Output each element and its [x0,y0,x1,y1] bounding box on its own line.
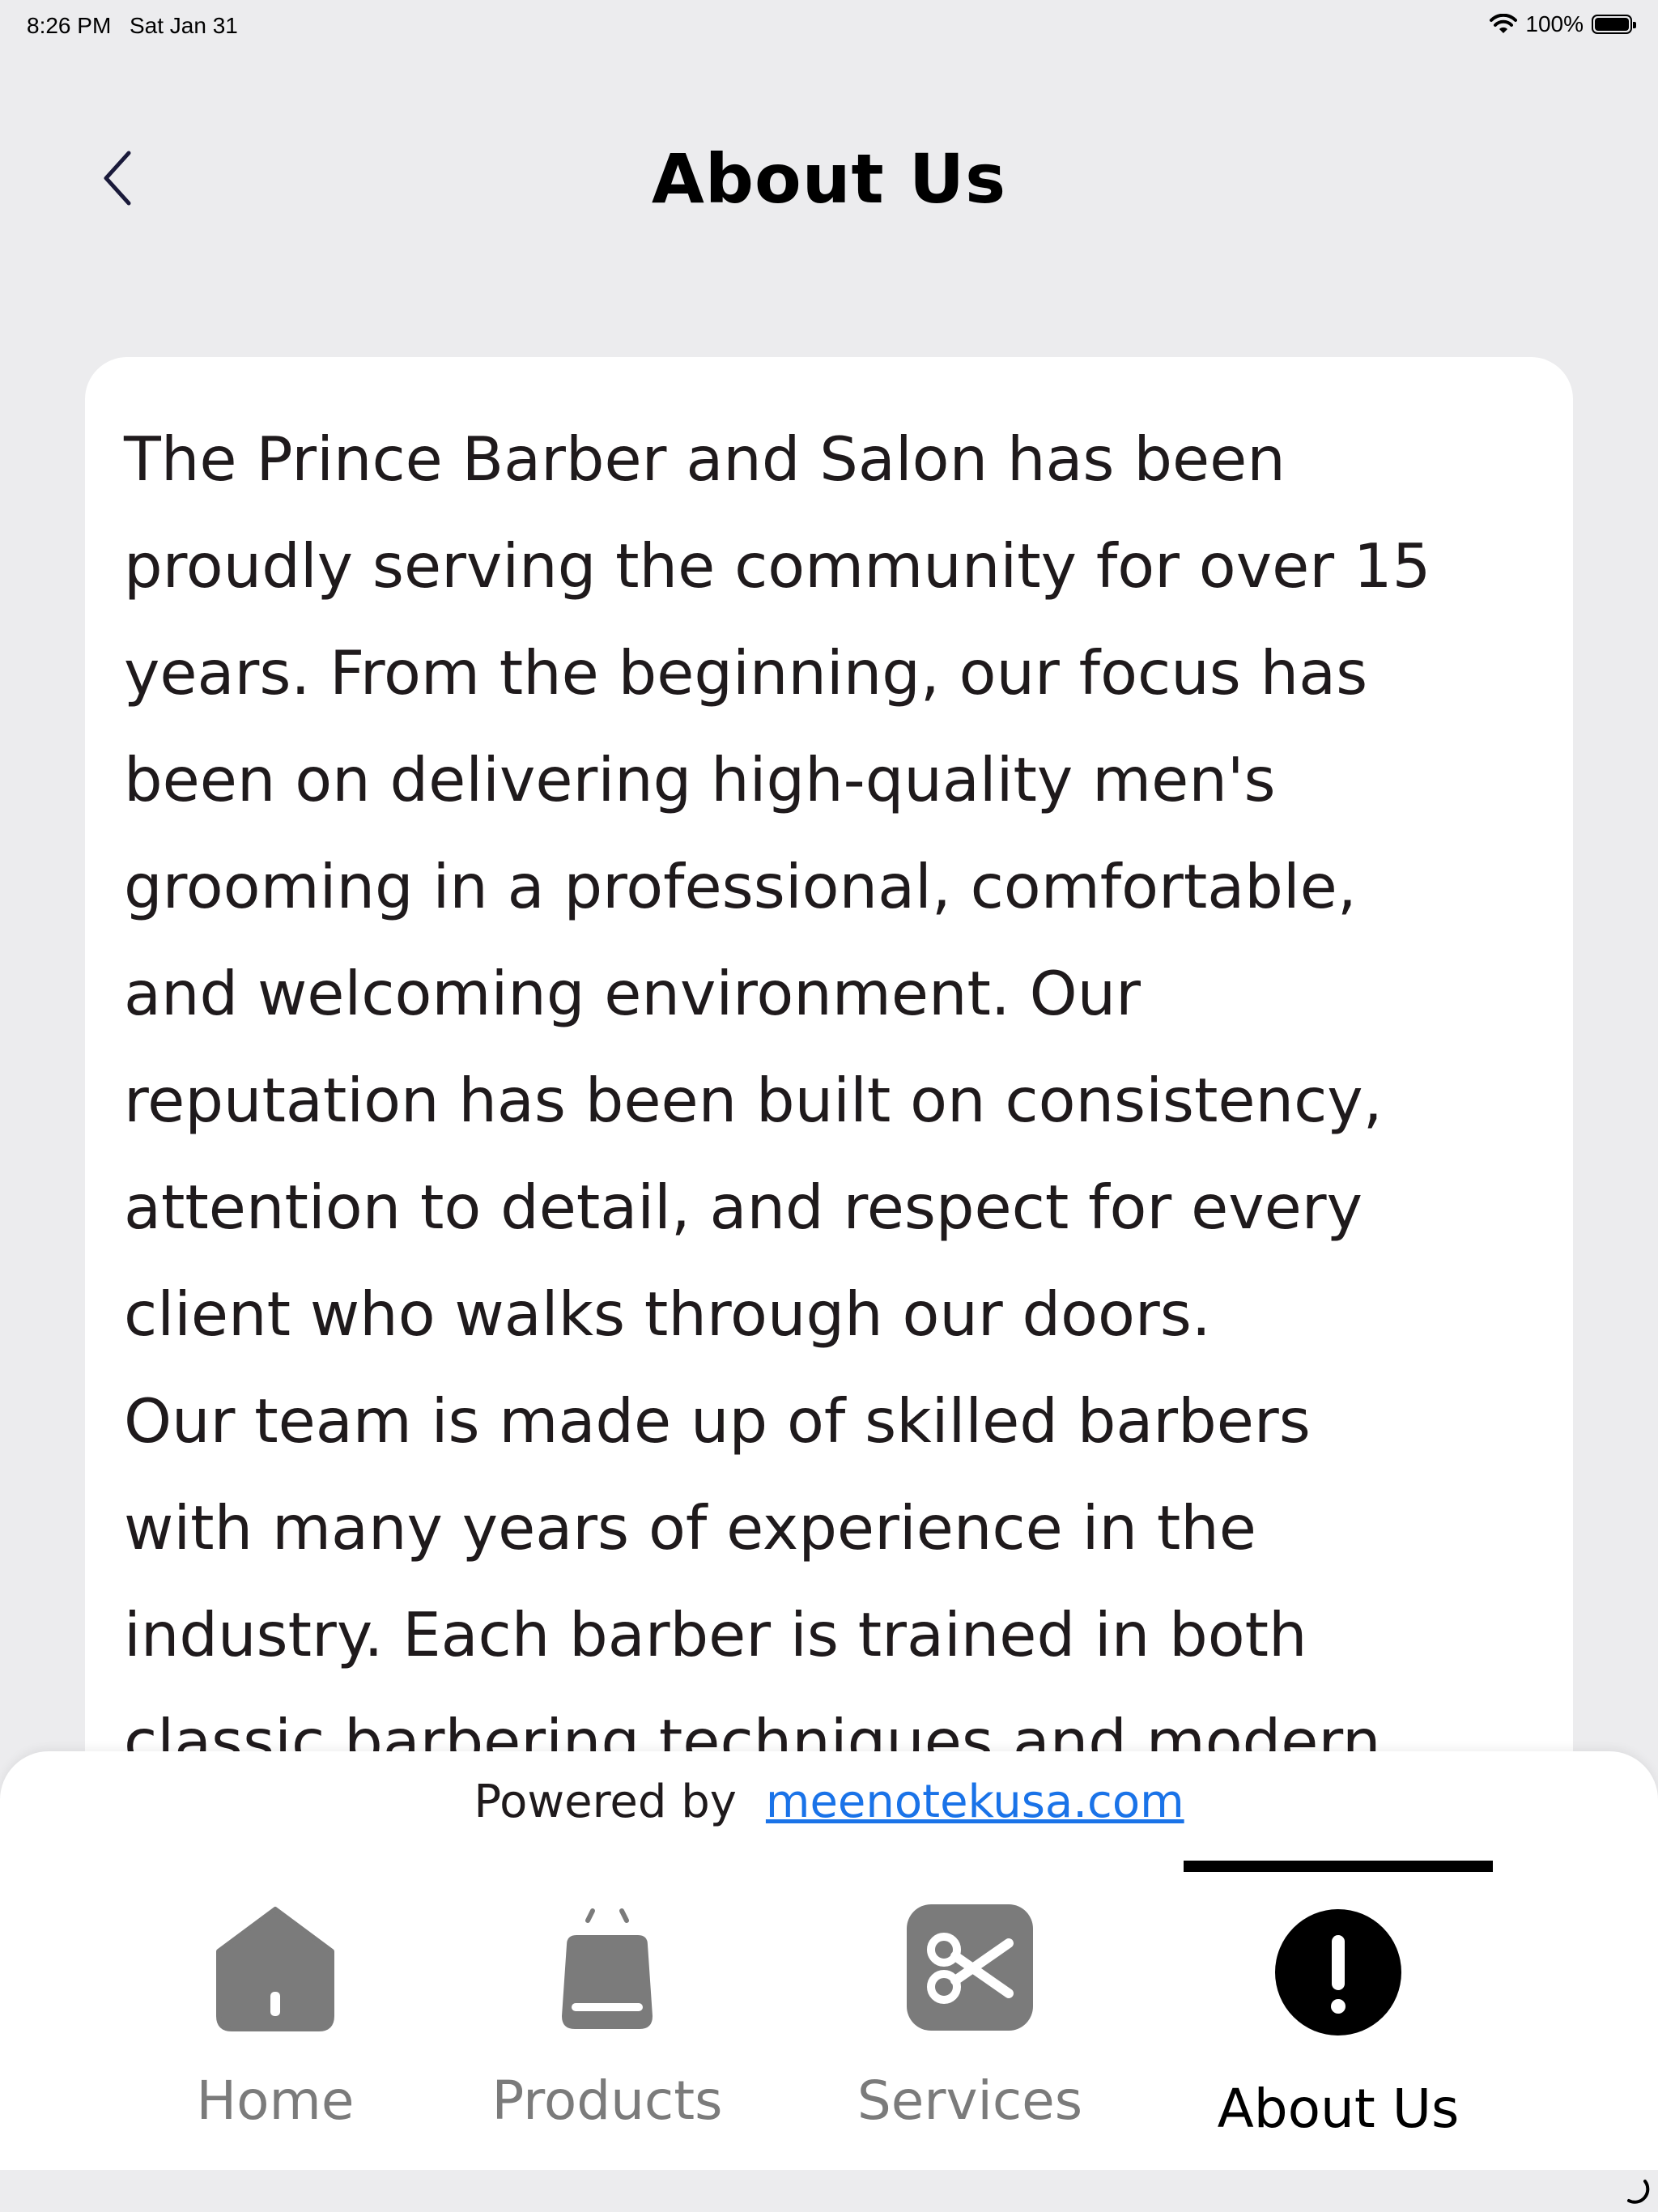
battery-percentage: 100% [1525,11,1584,36]
tab-services[interactable]: Services [800,1861,1140,2170]
home-icon [216,1907,334,2031]
wifi-icon [1490,14,1518,33]
tab-products-label: Products [491,2069,723,2132]
loading-spinner-icon [1627,2180,1650,2204]
page-title: About Us [651,139,1007,219]
status-time: 8:26 PM [27,13,112,38]
header: About Us [0,121,1658,235]
about-card[interactable]: The Prince Barber and Salon has been pro… [85,357,1573,1814]
powered-by-label: Powered by [474,1776,737,1828]
bottom-strip [0,2170,1658,2212]
status-date: Sat Jan 31 [130,13,238,38]
powered-by-link[interactable]: meenotekusa.com [766,1776,1184,1828]
tab-about-us[interactable]: About Us [1168,1861,1508,2170]
powered-by-bar: Powered by meenotekusa.com [0,1751,1658,1865]
tab-services-label: Services [857,2069,1083,2132]
tab-about-us-label: About Us [1217,2078,1460,2140]
tab-home[interactable]: Home [105,1861,445,2170]
scissors-icon [907,1904,1033,2031]
tab-products[interactable]: Products [437,1861,777,2170]
tab-home-label: Home [196,2069,355,2132]
status-indicators: 100% [1490,11,1636,37]
tab-bar: Home Products Services About Us [0,1861,1658,2170]
status-bar: 8:26 PM Sat Jan 31 100% [0,0,1658,52]
info-icon [1275,1909,1401,2035]
battery-icon [1592,15,1636,34]
about-text: The Prince Barber and Salon has been pro… [124,423,1431,1777]
shopping-bag-icon [562,1908,653,2029]
